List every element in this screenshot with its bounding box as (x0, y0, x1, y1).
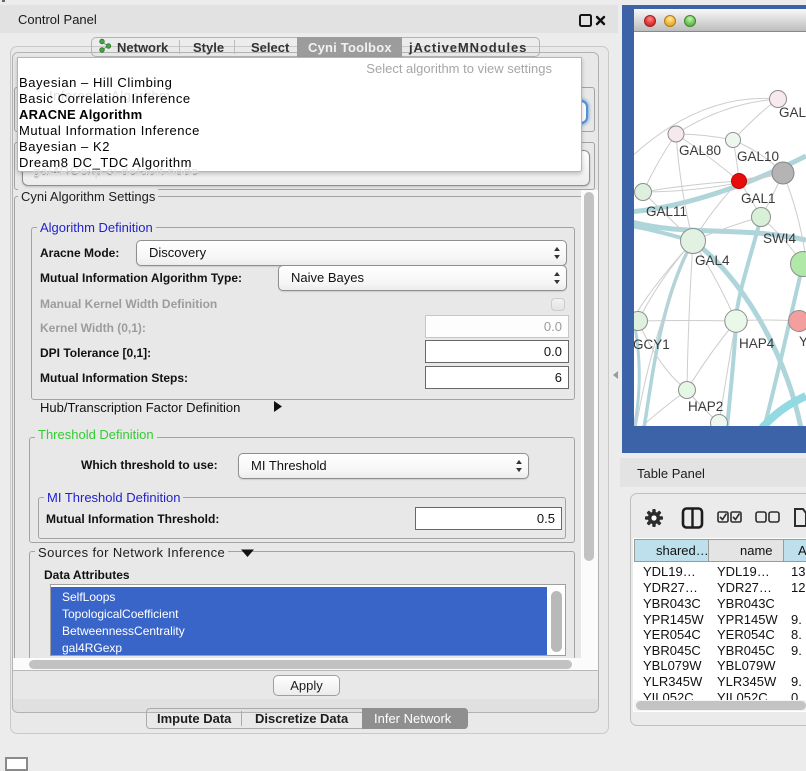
svg-text:GCY1: GCY1 (634, 337, 670, 352)
svg-text:SWI4: SWI4 (763, 231, 796, 246)
svg-text:GAL2: GAL2 (779, 105, 806, 120)
svg-text:YD: YD (799, 334, 806, 349)
svg-text:GAL4: GAL4 (695, 253, 730, 268)
svg-text:HAP2: HAP2 (688, 399, 723, 414)
svg-text:HAP4: HAP4 (739, 336, 775, 351)
svg-text:GAL10: GAL10 (737, 149, 779, 164)
svg-text:GAL11: GAL11 (646, 204, 687, 219)
svg-text:GAL1: GAL1 (741, 191, 776, 206)
svg-text:GAL80: GAL80 (679, 143, 721, 158)
